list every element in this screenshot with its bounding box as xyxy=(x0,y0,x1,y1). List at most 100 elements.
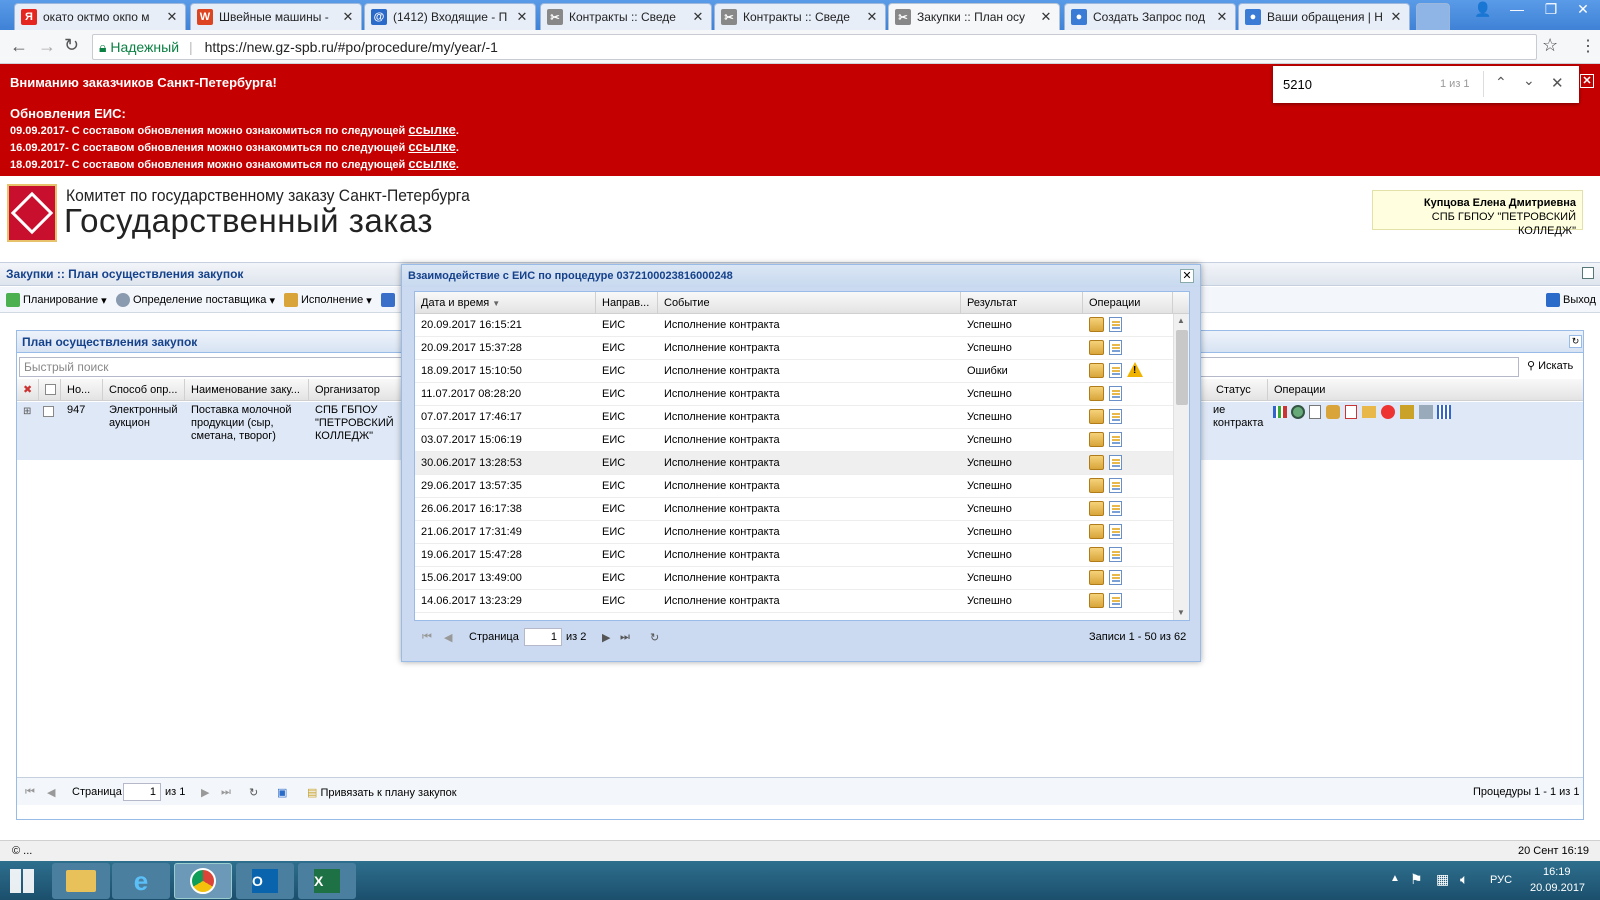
dlg-page-input[interactable]: 1 xyxy=(524,628,562,646)
document-icon[interactable] xyxy=(1109,593,1125,609)
package-icon[interactable] xyxy=(1089,501,1105,517)
find-input[interactable]: 5210 xyxy=(1283,77,1312,92)
find-close-icon[interactable]: ✕ xyxy=(1551,74,1564,92)
stop-icon[interactable] xyxy=(1381,405,1395,419)
expand-icon[interactable]: ⊞ xyxy=(17,405,31,418)
package-icon[interactable] xyxy=(1089,340,1105,356)
save-icon[interactable]: ▣ xyxy=(277,786,287,799)
volume-icon[interactable]: 🔈︎ xyxy=(1460,871,1468,888)
table-row[interactable]: 19.06.2017 15:47:28 ЕИС Исполнение контрак… xyxy=(415,544,1173,567)
search-button[interactable]: ⚲ Искать xyxy=(1527,359,1573,372)
last-page-icon[interactable]: ⏭ xyxy=(221,786,231,799)
col-no[interactable]: Но... xyxy=(61,379,103,401)
document-icon[interactable] xyxy=(1109,409,1125,425)
scroll-down-icon[interactable]: ▼ xyxy=(1177,608,1185,617)
tab-close-icon[interactable]: ✕ xyxy=(165,9,179,25)
tray-up-icon[interactable]: ▲ xyxy=(1390,873,1400,884)
back-icon[interactable]: ← xyxy=(10,36,28,57)
excel-icon[interactable]: X xyxy=(298,863,356,899)
tab-close-icon[interactable]: ✕ xyxy=(515,9,529,25)
table-row[interactable]: 21.06.2017 17:31:49 ЕИС Исполнение контрак… xyxy=(415,521,1173,544)
dlg-next-page-icon[interactable]: ▶ xyxy=(602,631,610,644)
outlook-icon[interactable]: O xyxy=(236,863,294,899)
table-row[interactable]: 03.07.2017 15:06:19 ЕИС Исполнение контрак… xyxy=(415,429,1173,452)
col-operations[interactable]: Операции xyxy=(1268,379,1468,401)
table-row[interactable]: 20.09.2017 15:37:28 ЕИС Исполнение контрак… xyxy=(415,337,1173,360)
chrome-icon[interactable] xyxy=(174,863,232,899)
package-icon[interactable] xyxy=(1089,363,1105,379)
table-row[interactable]: 07.07.2017 17:46:17 ЕИС Исполнение контрак… xyxy=(415,406,1173,429)
table-row[interactable]: 14.06.2017 13:23:29 ЕИС Исполнение контрак… xyxy=(415,590,1173,613)
menu-more[interactable] xyxy=(381,293,398,307)
table-row[interactable]: 30.06.2017 13:28:53 ЕИС Исполнение контрак… xyxy=(415,452,1173,475)
find-next-icon[interactable]: ⌄ xyxy=(1523,72,1535,89)
banner-link[interactable]: ссылке xyxy=(408,122,456,137)
document-icon[interactable] xyxy=(1109,317,1125,333)
package-icon[interactable] xyxy=(1089,570,1105,586)
first-page-icon[interactable]: ⏮ xyxy=(25,786,35,799)
table-row[interactable]: 15.06.2017 13:49:00 ЕИС Исполнение контрак… xyxy=(415,567,1173,590)
tab-close-icon[interactable]: ✕ xyxy=(1039,9,1053,25)
row-checkbox[interactable] xyxy=(43,406,54,417)
col-status[interactable]: Статус xyxy=(1210,379,1268,401)
chart-icon[interactable] xyxy=(1273,406,1287,418)
tab-3[interactable]: @ (1412) Входящие - П ✕ xyxy=(364,3,536,30)
dlg-first-page-icon[interactable]: ⏮ xyxy=(422,631,432,644)
close-window-button[interactable]: ✕ xyxy=(1566,0,1600,20)
new-tab-button[interactable] xyxy=(1416,3,1450,30)
url-field[interactable]: 🔒︎ Надежный | https://new.gz-spb.ru/#po/p… xyxy=(92,34,1537,60)
maximize-panel-icon[interactable] xyxy=(1582,267,1594,279)
package-icon[interactable] xyxy=(1089,409,1105,425)
reload-icon[interactable]: ↻ xyxy=(64,35,79,56)
col-event[interactable]: Событие xyxy=(658,292,961,314)
dlg-refresh-icon[interactable]: ↻ xyxy=(650,631,659,644)
gear-op-icon[interactable] xyxy=(1291,405,1305,419)
col-datetime[interactable]: Дата и время ▼ xyxy=(415,292,596,314)
table-row[interactable]: 20.09.2017 16:15:21 ЕИС Исполнение контрак… xyxy=(415,314,1173,337)
table-row[interactable]: 29.06.2017 13:57:35 ЕИС Исполнение контрак… xyxy=(415,475,1173,498)
refresh-panel-icon[interactable]: ↻ xyxy=(1569,335,1582,348)
restore-button[interactable]: ❐ xyxy=(1534,0,1568,20)
tab-close-icon[interactable]: ✕ xyxy=(1215,9,1229,25)
document-icon[interactable] xyxy=(1109,501,1125,517)
refresh-icon[interactable]: ↻ xyxy=(249,786,258,799)
minimize-button[interactable]: — xyxy=(1500,0,1534,20)
prev-page-icon[interactable]: ◀ xyxy=(47,786,55,799)
dialog-close-icon[interactable]: ✕ xyxy=(1180,269,1194,283)
tab-close-icon[interactable]: ✕ xyxy=(1389,9,1403,25)
next-page-icon[interactable]: ▶ xyxy=(201,786,209,799)
package-icon[interactable] xyxy=(1089,432,1105,448)
document-icon[interactable] xyxy=(1109,524,1125,540)
table-row[interactable]: 18.09.2017 15:10:50 ЕИС Исполнение контрак… xyxy=(415,360,1173,383)
col-name[interactable]: Наименование заку... xyxy=(185,379,309,401)
menu-icon[interactable]: ⋮ xyxy=(1580,36,1596,56)
package-icon[interactable] xyxy=(1089,455,1105,471)
dlg-last-page-icon[interactable]: ⏭ xyxy=(620,631,630,644)
ie-icon[interactable]: e xyxy=(112,863,170,899)
doc-icon[interactable] xyxy=(1309,405,1321,419)
document-icon[interactable] xyxy=(1109,340,1125,356)
columns-icon[interactable] xyxy=(1437,405,1451,419)
start-icon[interactable] xyxy=(10,869,34,893)
warning-icon[interactable]: ! xyxy=(1127,362,1143,377)
tab-6[interactable]: ✂ Закупки :: План осу ✕ xyxy=(888,3,1060,30)
package-icon[interactable] xyxy=(1089,524,1105,540)
tab-8[interactable]: ● Ваши обращения | Н ✕ xyxy=(1238,3,1410,30)
table-row[interactable]: 26.06.2017 16:17:38 ЕИС Исполнение контрак… xyxy=(415,498,1173,521)
col-method[interactable]: Способ опр... xyxy=(103,379,185,401)
star-icon[interactable]: ☆ xyxy=(1542,35,1558,56)
document-icon[interactable] xyxy=(1109,547,1125,563)
page-input[interactable]: 1 xyxy=(123,783,161,801)
banner-link[interactable]: ссылке xyxy=(408,139,456,154)
banner-close-icon[interactable]: ✕ xyxy=(1580,74,1594,88)
menu-supplier[interactable]: Определение поставщика ▾ xyxy=(116,293,275,307)
document-icon[interactable] xyxy=(1109,432,1125,448)
table-row[interactable]: 11.07.2017 08:28:20 ЕИС Исполнение контрак… xyxy=(415,383,1173,406)
package-icon[interactable] xyxy=(1089,317,1105,333)
network-icon[interactable]: ▦ xyxy=(1436,871,1449,888)
package-icon[interactable] xyxy=(1089,478,1105,494)
select-all-checkbox[interactable] xyxy=(39,379,61,401)
scroll-up-icon[interactable]: ▲ xyxy=(1177,316,1185,325)
contract-icon[interactable] xyxy=(1400,405,1414,419)
document-icon[interactable] xyxy=(1109,570,1125,586)
